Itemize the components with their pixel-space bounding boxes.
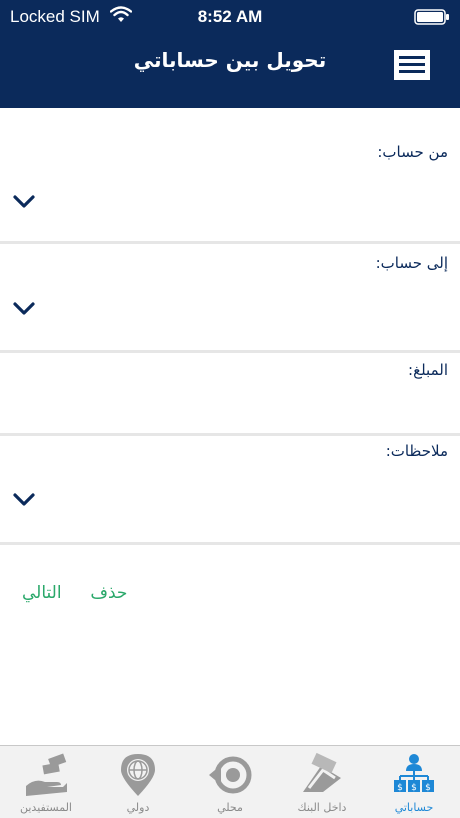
tab-accounts-label: حساباتي bbox=[394, 801, 434, 814]
chevron-down-icon[interactable] bbox=[12, 194, 36, 210]
svg-text:$: $ bbox=[411, 783, 417, 793]
from-account-label: من حساب: bbox=[377, 143, 448, 161]
status-bar: Locked SIM 8:52 AM bbox=[0, 0, 460, 32]
tab-bar: $ $ $ حساباتي داخل البنك محلي دولي المست… bbox=[0, 745, 460, 818]
international-icon bbox=[121, 754, 155, 796]
tab-international-label: دولي bbox=[126, 801, 150, 814]
next-button[interactable]: التالي bbox=[22, 583, 62, 603]
battery-icon bbox=[414, 9, 449, 25]
tab-accounts[interactable]: $ $ $ حساباتي bbox=[368, 746, 460, 818]
beneficiaries-icon bbox=[26, 753, 67, 796]
tab-beneficiaries-label: المستفيدين bbox=[20, 801, 72, 814]
menu-button[interactable] bbox=[392, 48, 432, 82]
delete-button[interactable]: حذف bbox=[90, 583, 127, 603]
amount-label: المبلغ: bbox=[408, 361, 448, 379]
local-icon bbox=[209, 756, 252, 794]
status-time: 8:52 AM bbox=[197, 7, 263, 26]
svg-text:$: $ bbox=[425, 783, 431, 793]
accounts-icon: $ $ $ bbox=[394, 754, 434, 793]
chevron-down-icon[interactable] bbox=[12, 301, 36, 317]
to-account-label: إلى حساب: bbox=[375, 254, 448, 272]
top-bar: Locked SIM 8:52 AM تحويل بين حساباتي bbox=[0, 0, 460, 108]
notes-label: ملاحظات: bbox=[385, 442, 448, 460]
to-account-row[interactable]: إلى حساب: bbox=[0, 244, 460, 353]
chevron-down-icon[interactable] bbox=[12, 492, 36, 508]
form-actions: حذف التالي bbox=[22, 583, 127, 603]
tab-within-bank[interactable]: داخل البنك bbox=[276, 746, 368, 818]
page-title: تحويل بين حساباتي bbox=[133, 48, 327, 72]
tab-local-label: محلي bbox=[217, 801, 243, 814]
svg-text:$: $ bbox=[397, 783, 403, 793]
tab-within-bank-label: داخل البنك bbox=[297, 801, 347, 814]
tab-international[interactable]: دولي bbox=[92, 746, 184, 818]
tab-beneficiaries[interactable]: المستفيدين bbox=[0, 746, 92, 818]
menu-icon bbox=[394, 50, 430, 80]
tab-local[interactable]: محلي bbox=[184, 746, 276, 818]
within-bank-icon bbox=[303, 752, 341, 792]
amount-row[interactable]: المبلغ: bbox=[0, 353, 460, 436]
notes-row[interactable]: ملاحظات: bbox=[0, 436, 460, 545]
from-account-row[interactable]: من حساب: bbox=[0, 108, 460, 244]
